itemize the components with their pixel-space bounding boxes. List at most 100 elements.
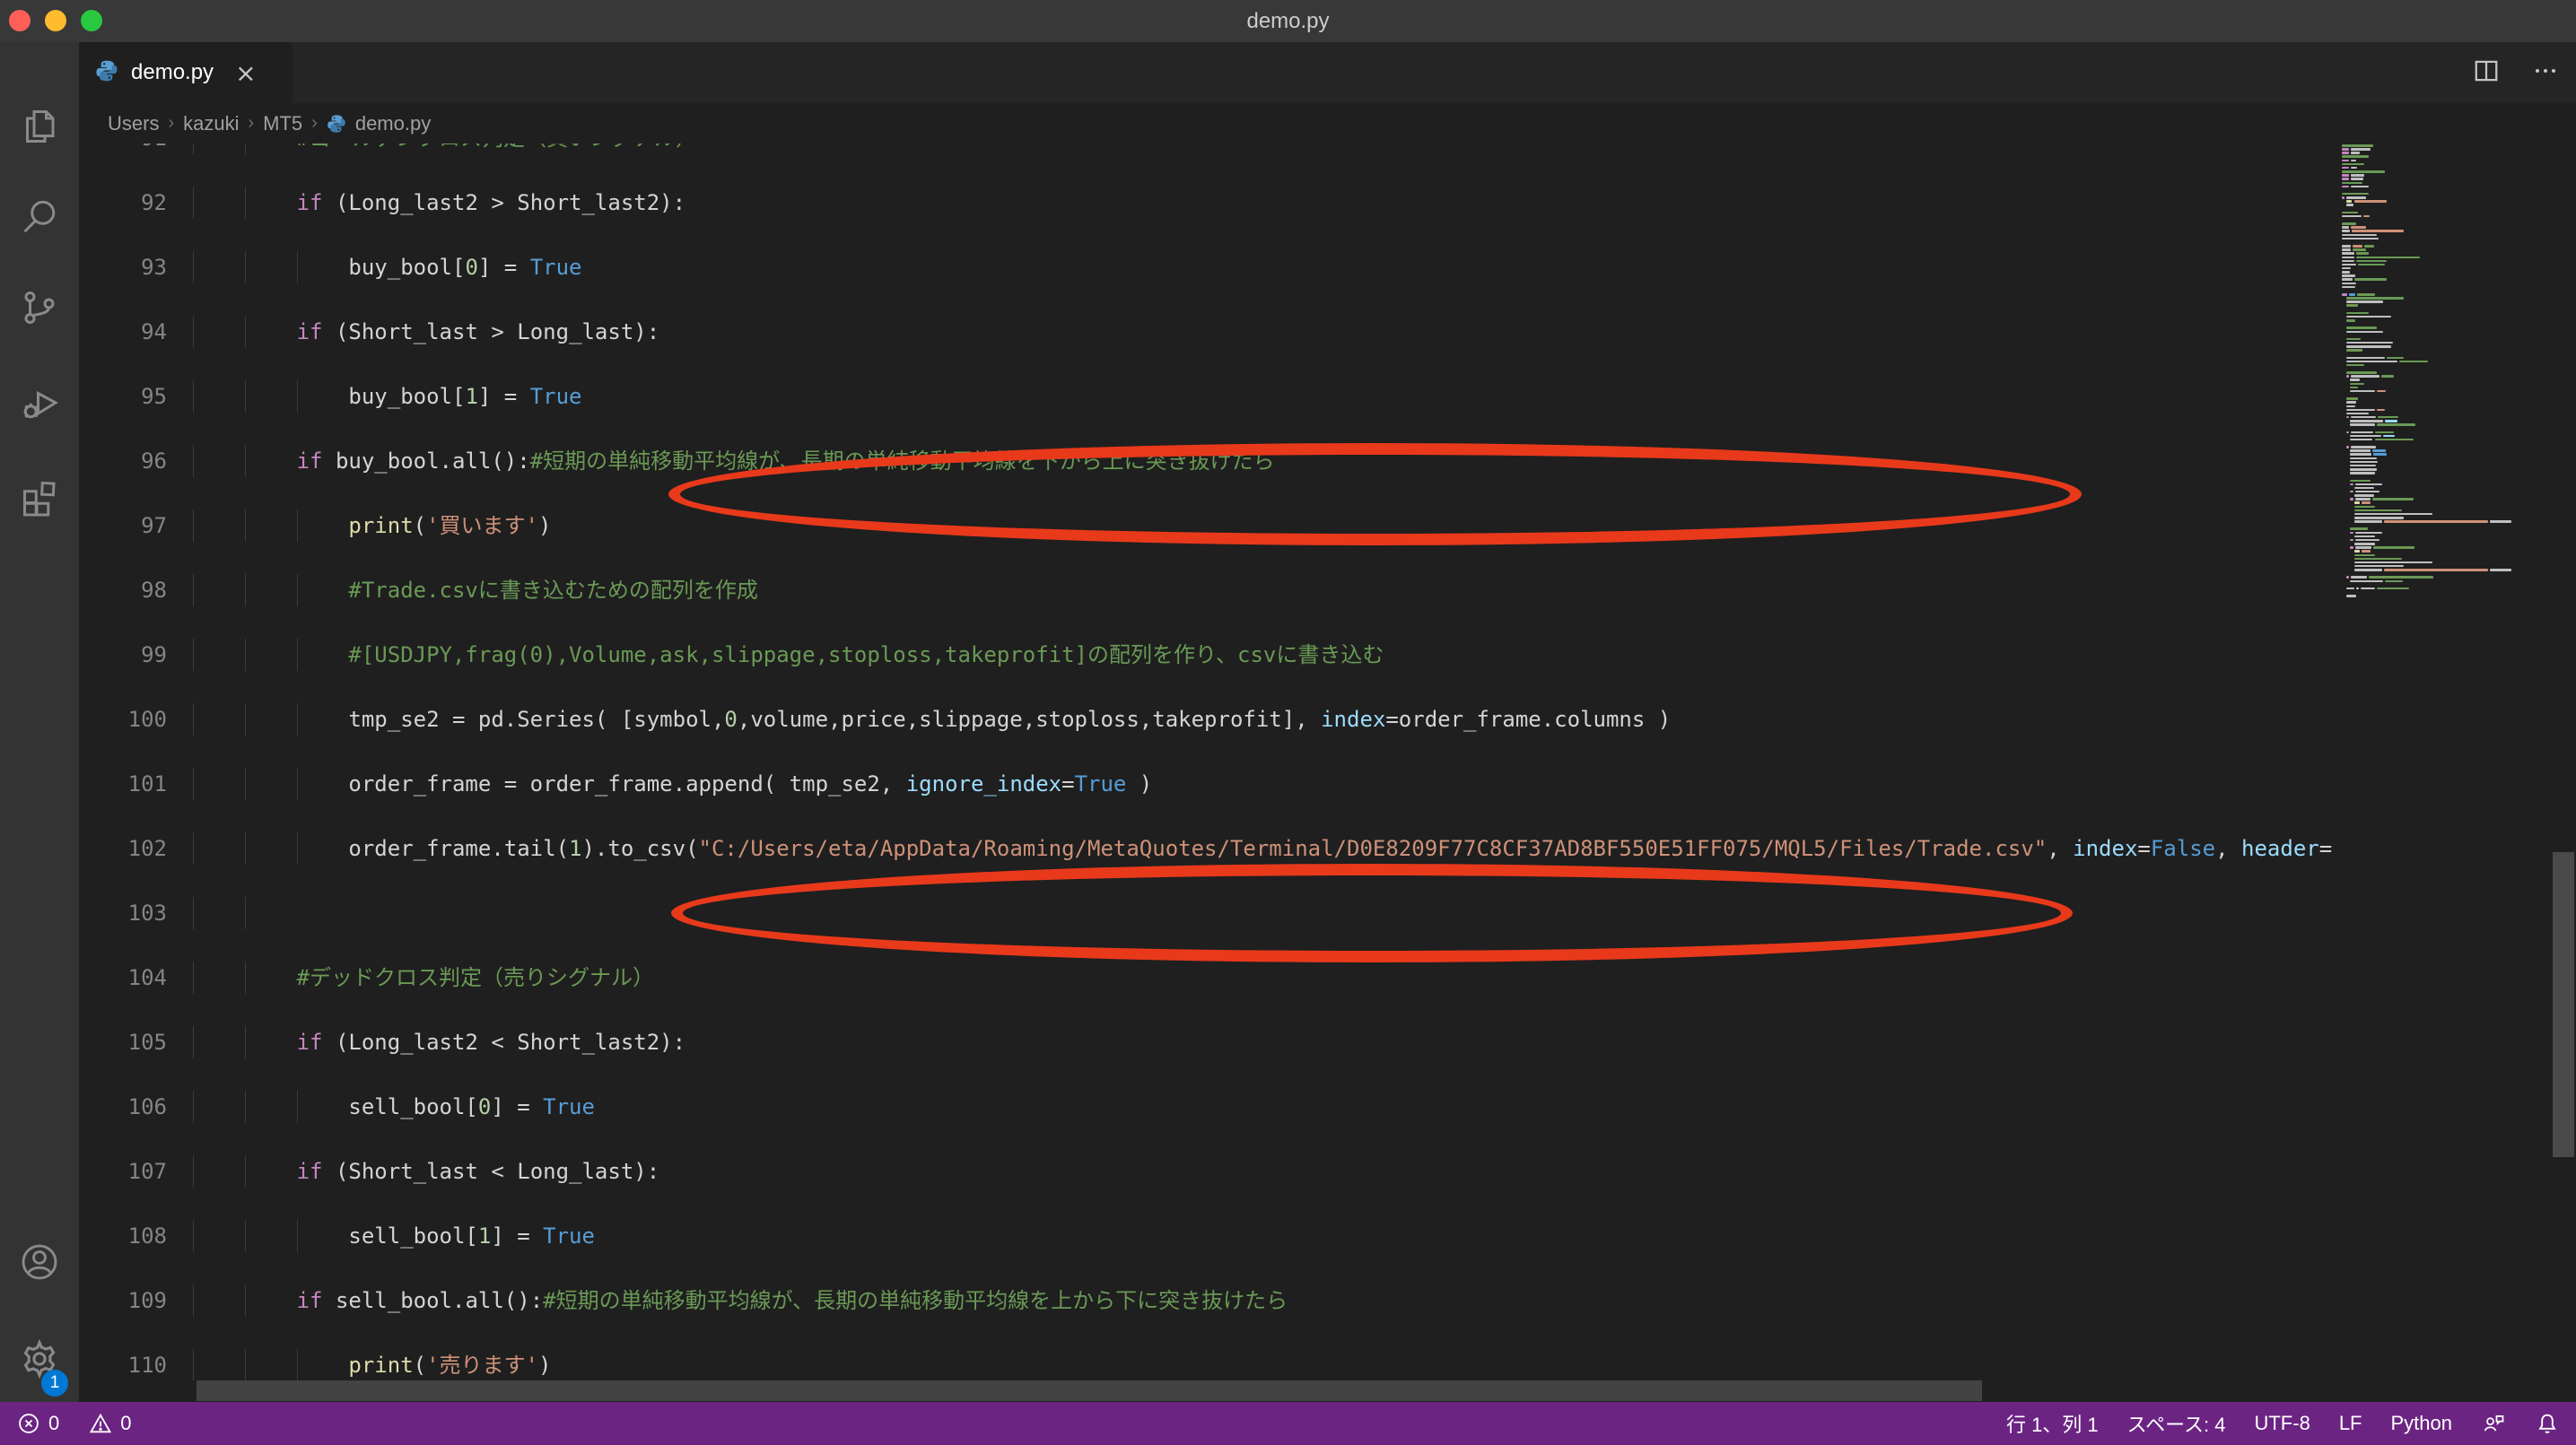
breadcrumb-item-kazuki[interactable]: kazuki	[183, 112, 239, 135]
horizontal-scrollbar-thumb[interactable]	[196, 1380, 1982, 1401]
code-token: sell_bool[	[193, 1223, 478, 1249]
code-editor[interactable]: 91 #ゴールデンクロス判定（買いシグナル）92 if (Long_last2 …	[79, 144, 2342, 1380]
code-token: 0	[478, 1094, 491, 1119]
minimap-token	[2342, 274, 2355, 277]
code-token	[193, 513, 348, 538]
line-number: 110	[79, 1349, 167, 1380]
minimap-token	[2342, 144, 2373, 147]
feedback-icon[interactable]	[2481, 1411, 2506, 1436]
indent-guide	[245, 509, 246, 542]
minimap-token	[2354, 543, 2375, 545]
indent-guide	[245, 1349, 246, 1380]
run-debug-icon[interactable]	[0, 360, 79, 446]
minimap-token	[2350, 435, 2381, 438]
minimap-token	[2342, 252, 2354, 255]
search-icon[interactable]	[0, 173, 79, 259]
minimap-token	[2346, 204, 2353, 206]
code-line: 102 order_frame.tail(1).to_csv("C:/Users…	[79, 832, 2342, 865]
code-line: 100 tmp_se2 = pd.Series( [symbol,0,volum…	[79, 703, 2342, 736]
status-item-label: Python	[2391, 1412, 2453, 1435]
minimap-token	[2354, 535, 2375, 538]
code-line: 92 if (Long_last2 > Short_last2):	[79, 187, 2342, 219]
explorer-icon[interactable]	[0, 83, 79, 170]
minimap-token	[2362, 550, 2371, 553]
code-line: 109 if sell_bool.all():#短期の単純移動平均線が、長期の単…	[79, 1284, 2342, 1317]
minimap-token	[2355, 532, 2382, 535]
breadcrumb-item-demo-py[interactable]: demo.py	[355, 112, 431, 135]
minimap-token	[2354, 569, 2382, 571]
breadcrumb: Users›kazuki›MT5›demo.py	[79, 103, 2576, 144]
minimap-token	[2342, 186, 2349, 188]
indent-guide	[193, 832, 194, 865]
bell-icon[interactable]	[2535, 1411, 2560, 1436]
code-token: )	[538, 513, 551, 538]
code-token: print	[348, 1353, 413, 1378]
settings-gear-icon[interactable]: 1	[0, 1316, 79, 1402]
line-number: 91	[79, 144, 167, 154]
minimap-token	[2350, 383, 2364, 386]
status-warning-count[interactable]: 0	[88, 1411, 131, 1436]
code-token: print	[348, 513, 413, 538]
python-icon	[95, 59, 118, 87]
code-token: =	[2319, 836, 2332, 861]
indent-guide	[193, 251, 194, 283]
vscode-window: { "window": { "title": "demo.py" }, "tra…	[0, 0, 2576, 1445]
indent-guide	[193, 1284, 194, 1317]
code-token	[193, 1353, 348, 1378]
code-token: sell_bool.all():	[323, 1288, 544, 1313]
vertical-scrollbar[interactable]	[2551, 144, 2576, 1380]
indent-guide	[297, 703, 298, 736]
status-error-count[interactable]: 0	[16, 1411, 59, 1436]
minimap-token	[2342, 222, 2356, 225]
status-item[interactable]: UTF-8	[2254, 1412, 2310, 1435]
code-token: ,	[2215, 836, 2241, 861]
minimap-token	[2372, 498, 2414, 501]
indent-guide	[193, 380, 194, 413]
vertical-scrollbar-thumb[interactable]	[2553, 852, 2574, 1157]
split-editor-icon[interactable]	[2470, 55, 2502, 91]
minimap-token	[2373, 546, 2414, 549]
minimap-token	[2375, 439, 2414, 441]
status-item[interactable]: 行 1、列 1	[2006, 1409, 2099, 1438]
indent-guide	[297, 768, 298, 800]
line-number: 98	[79, 574, 167, 606]
code-token: tmp_se2 = pd.Series( [symbol,	[193, 707, 724, 732]
minimap[interactable]	[2342, 144, 2551, 1380]
breadcrumb-item-users[interactable]: Users	[108, 112, 159, 135]
source-control-icon[interactable]	[0, 265, 79, 351]
minimap-token	[2350, 491, 2353, 493]
minimap-token	[2346, 338, 2361, 341]
tab-demo-py[interactable]: demo.py ×	[79, 42, 293, 103]
code-line: 108 sell_bool[1] = True	[79, 1220, 2342, 1252]
status-item-label: LF	[2339, 1412, 2362, 1435]
code-token: order_frame = order_frame.append( tmp_se…	[193, 771, 906, 796]
minimap-token	[2346, 345, 2392, 348]
indent-guide	[297, 832, 298, 865]
minimap-token	[2346, 446, 2349, 448]
minimap-token	[2354, 561, 2432, 564]
extensions-icon[interactable]	[0, 453, 79, 539]
breadcrumb-separator: ›	[168, 113, 174, 134]
indent-guide	[245, 832, 246, 865]
breadcrumb-item-mt5[interactable]: MT5	[263, 112, 302, 135]
minimap-token	[2350, 580, 2383, 583]
close-icon[interactable]: ×	[235, 58, 256, 88]
breadcrumb-separator: ›	[248, 113, 254, 134]
status-item-label: スペース: 4	[2127, 1409, 2226, 1438]
status-item[interactable]: Python	[2391, 1412, 2453, 1435]
line-number: 102	[79, 832, 167, 865]
minimap-token	[2354, 513, 2432, 516]
status-item[interactable]: スペース: 4	[2127, 1409, 2226, 1438]
more-actions-icon[interactable]	[2529, 55, 2562, 91]
code-token: (Long_last2 < Short_last2):	[323, 1030, 686, 1055]
line-number: 105	[79, 1026, 167, 1058]
minimap-line	[2342, 597, 2551, 601]
status-item-label: 行 1、列 1	[2006, 1409, 2099, 1438]
indent-guide	[193, 1091, 194, 1123]
minimap-token	[2352, 230, 2404, 232]
minimap-token	[2346, 342, 2394, 344]
line-number: 96	[79, 445, 167, 477]
account-icon[interactable]	[0, 1219, 79, 1305]
status-item[interactable]: LF	[2339, 1412, 2362, 1435]
indent-guide	[245, 574, 246, 606]
